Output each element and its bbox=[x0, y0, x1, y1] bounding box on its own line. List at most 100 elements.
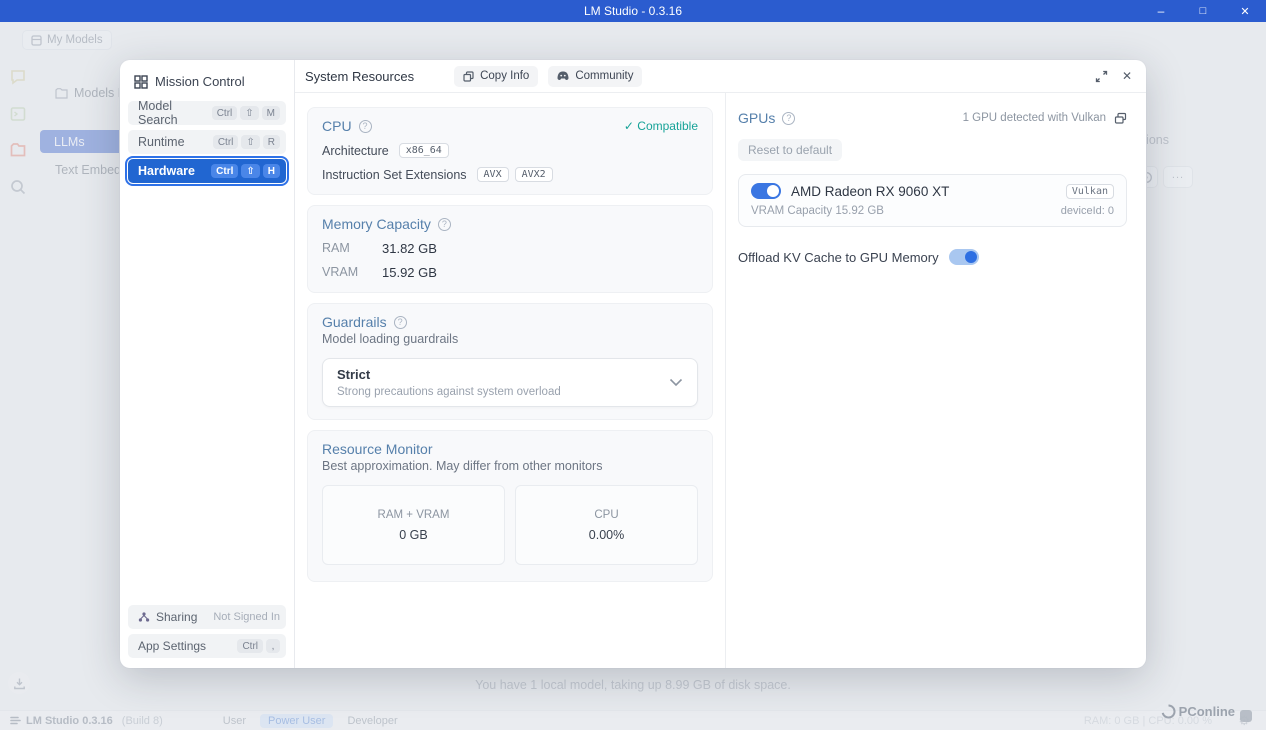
sidebar-item-sharing[interactable]: Sharing Not Signed In bbox=[128, 605, 286, 629]
pconline-watermark: PConline bbox=[1161, 700, 1252, 722]
sidebar-item-runtime[interactable]: Runtime Ctrl ⇧ R bbox=[128, 130, 286, 154]
my-models-label: My Models bbox=[47, 34, 103, 46]
sidebar-item-model-search[interactable]: Model Search Ctrl ⇧ M bbox=[128, 99, 286, 127]
guardrails-select[interactable]: Strict Strong precautions against system… bbox=[322, 358, 698, 407]
memory-capacity-title: Memory Capacity bbox=[322, 216, 431, 232]
downloads-button[interactable] bbox=[8, 672, 30, 694]
my-models-button[interactable]: My Models bbox=[22, 30, 112, 50]
key-shift: ⇧ bbox=[241, 164, 260, 178]
app-status-bar: LM Studio 0.3.16 (Build 8) User Power Us… bbox=[0, 710, 1266, 730]
folder-small-icon bbox=[55, 87, 68, 99]
sharing-status: Not Signed In bbox=[213, 611, 280, 623]
key-ctrl: Ctrl bbox=[211, 164, 239, 178]
mission-control-sidebar: Mission Control Model Search Ctrl ⇧ M Ru… bbox=[120, 60, 295, 668]
copy-icon[interactable] bbox=[1114, 112, 1127, 125]
help-icon[interactable] bbox=[358, 119, 372, 133]
memory-capacity-card: Memory Capacity RAM 31.82 GB VRAM 15.92 … bbox=[307, 205, 713, 293]
help-icon[interactable] bbox=[782, 111, 796, 125]
copy-icon bbox=[463, 70, 474, 82]
reset-to-default-button[interactable]: Reset to default bbox=[738, 139, 843, 161]
window-maximize-button[interactable] bbox=[1182, 0, 1224, 22]
cpu-compatible-badge: ✓ Compatible bbox=[623, 119, 698, 133]
pconline-logo bbox=[1161, 703, 1176, 718]
gpu-enable-toggle[interactable] bbox=[751, 183, 781, 199]
terminal-icon[interactable] bbox=[9, 105, 27, 123]
window-minimize-button[interactable] bbox=[1140, 0, 1182, 22]
mission-control-dialog: Mission Control Model Search Ctrl ⇧ M Ru… bbox=[120, 60, 1146, 668]
gpu-vram-capacity: VRAM Capacity 15.92 GB bbox=[751, 205, 884, 217]
copy-info-button[interactable]: Copy Info bbox=[454, 65, 539, 87]
mode-power-user[interactable]: Power User bbox=[260, 713, 334, 728]
window-title: LM Studio - 0.3.16 bbox=[583, 4, 683, 18]
sharing-icon bbox=[138, 612, 150, 622]
box-icon bbox=[31, 34, 42, 46]
resource-monitor-title: Resource Monitor bbox=[322, 441, 433, 457]
screen: LM Studio - 0.3.16 – □ ✕ My Models Model… bbox=[0, 0, 1266, 730]
close-dialog-icon[interactable] bbox=[1122, 67, 1132, 85]
ram-vram-monitor-value: 0 GB bbox=[399, 527, 428, 542]
key-h: H bbox=[262, 164, 280, 178]
gpu-device-card: AMD Radeon RX 9060 XT Vulkan VRAM Capaci… bbox=[738, 174, 1127, 227]
vram-label: VRAM bbox=[322, 265, 359, 279]
guardrails-subtitle: Model loading guardrails bbox=[322, 332, 459, 346]
sidebar-item-llms[interactable]: LLMs bbox=[40, 130, 132, 153]
folder-icon[interactable] bbox=[9, 141, 27, 159]
community-button[interactable]: Community bbox=[548, 65, 643, 87]
resource-monitor-subtitle: Best approximation. May differ from othe… bbox=[322, 459, 603, 473]
resource-monitor-card: Resource Monitor Best approximation. May… bbox=[307, 430, 713, 582]
key-shift: ⇧ bbox=[241, 135, 260, 149]
chevron-down-icon bbox=[669, 378, 683, 387]
gpu-device-id: deviceId: 0 bbox=[1060, 205, 1114, 217]
key-shift: ⇧ bbox=[240, 106, 259, 120]
search-icon[interactable] bbox=[9, 178, 27, 196]
cpu-monitor-label: CPU bbox=[594, 508, 619, 521]
panel-title: System Resources bbox=[305, 68, 415, 84]
download-icon bbox=[13, 678, 25, 689]
guardrails-title: Guardrails bbox=[322, 314, 387, 330]
panel-header: System Resources Copy Info Community bbox=[295, 60, 1146, 93]
lmstudio-logo-icon bbox=[10, 716, 21, 725]
expand-dialog-icon[interactable] bbox=[1095, 70, 1108, 83]
offload-kv-cache-toggle[interactable] bbox=[948, 249, 979, 265]
grid-icon bbox=[134, 74, 148, 89]
key-comma: , bbox=[266, 639, 280, 653]
cpu-monitor-value: 0.00% bbox=[588, 527, 625, 542]
offload-kv-cache-label: Offload KV Cache to GPU Memory bbox=[738, 249, 939, 265]
architecture-value: x86_64 bbox=[398, 143, 449, 158]
gpus-title: GPUs bbox=[738, 110, 776, 126]
cpu-card: CPU ✓ Compatible Architecture x86_64 Ins… bbox=[307, 107, 713, 195]
instruction-avx: AVX bbox=[476, 167, 509, 182]
window-titlebar: LM Studio - 0.3.16 bbox=[0, 0, 1266, 22]
key-ctrl: Ctrl bbox=[211, 106, 238, 120]
gpu-detected-text: 1 GPU detected with Vulkan bbox=[962, 112, 1106, 124]
sidebar-item-hardware[interactable]: Hardware Ctrl ⇧ H bbox=[125, 156, 289, 186]
mode-developer[interactable]: Developer bbox=[347, 715, 397, 727]
ram-label: RAM bbox=[322, 241, 350, 255]
pconline-logo-box bbox=[1240, 710, 1252, 722]
architecture-label: Architecture bbox=[322, 143, 389, 158]
guardrails-card: Guardrails Model loading guardrails Stri… bbox=[307, 303, 713, 420]
mode-user[interactable]: User bbox=[223, 715, 246, 727]
gpu-api-badge: Vulkan bbox=[1065, 183, 1114, 199]
help-icon[interactable] bbox=[437, 217, 451, 231]
chat-icon[interactable] bbox=[9, 68, 27, 86]
gpu-name: AMD Radeon RX 9060 XT bbox=[791, 183, 950, 199]
left-navigation-rail bbox=[0, 22, 36, 682]
cpu-monitor: CPU 0.00% bbox=[515, 485, 698, 565]
window-close-button[interactable] bbox=[1224, 0, 1266, 22]
gpus-column: GPUs 1 GPU detected with Vulkan Reset to… bbox=[726, 93, 1146, 668]
more-options-button[interactable]: ... bbox=[1163, 166, 1193, 188]
vram-value: 15.92 GB bbox=[382, 265, 437, 280]
ram-vram-monitor: RAM + VRAM 0 GB bbox=[322, 485, 505, 565]
instruction-set-label: Instruction Set Extensions bbox=[322, 167, 467, 182]
left-column: CPU ✓ Compatible Architecture x86_64 Ins… bbox=[295, 93, 725, 668]
ram-value: 31.82 GB bbox=[382, 241, 437, 256]
help-icon[interactable] bbox=[393, 315, 407, 329]
key-ctrl: Ctrl bbox=[212, 135, 239, 149]
sidebar-item-app-settings[interactable]: App Settings Ctrl , bbox=[128, 634, 286, 658]
ram-vram-monitor-label: RAM + VRAM bbox=[377, 508, 450, 521]
instruction-avx2: AVX2 bbox=[514, 167, 553, 182]
guardrails-selected-description: Strong precautions against system overlo… bbox=[337, 386, 561, 398]
cpu-title: CPU bbox=[322, 118, 352, 134]
community-icon bbox=[557, 71, 569, 80]
